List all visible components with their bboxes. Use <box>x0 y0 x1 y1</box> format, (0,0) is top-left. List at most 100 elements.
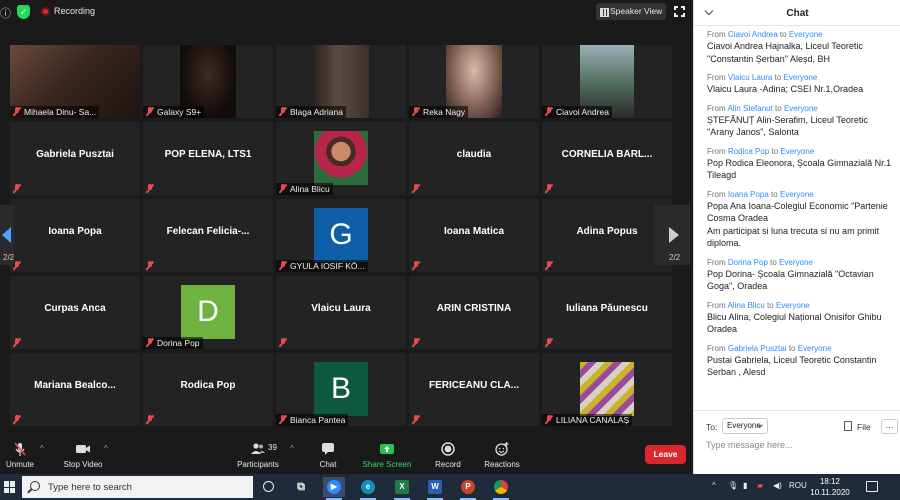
participant-tile[interactable]: Ioana Matica <box>409 199 539 272</box>
muted-microphone-icon <box>13 107 21 116</box>
chat-message-text: Pop Dorina- Școala Gimnazială "Octavian … <box>707 268 874 292</box>
chat-bubble-icon <box>320 441 336 457</box>
participant-label-text: GYULA IOSIF KÖ... <box>290 261 365 271</box>
chat-sender-name[interactable]: Gabriela Pusztai <box>728 344 787 353</box>
chat-message-input[interactable]: Type message here... <box>706 440 891 450</box>
chat-message-list[interactable]: From Ciavoi Andrea to Everyone Ciavoi And… <box>694 27 900 410</box>
task-view-icon[interactable]: ⧉ <box>290 477 312 497</box>
word-app-icon[interactable]: W <box>424 477 446 500</box>
chat-message: From Gabriela Pusztai to Everyone Pustai … <box>707 343 893 379</box>
unmute-button[interactable]: Unmute <box>4 438 36 474</box>
page-indicator-left: 2/2 <box>3 253 15 262</box>
chat-message: From Alin Stefanut to Everyone ȘTEFĂNUȚ A… <box>707 103 893 139</box>
tray-usb-icon[interactable]: ▮ <box>743 481 747 490</box>
stop-video-label: Stop Video <box>63 460 103 469</box>
share-screen-button[interactable]: Share Screen <box>362 438 412 474</box>
record-button[interactable]: Record <box>432 438 464 474</box>
tray-language[interactable]: ROU <box>789 481 807 490</box>
chat-title: Chat <box>786 8 809 19</box>
stop-video-button[interactable]: Stop Video <box>60 438 106 474</box>
participant-tile[interactable]: Gabriela Pusztai <box>10 122 140 195</box>
tray-volume-icon[interactable]: ◀) <box>773 481 782 490</box>
participant-label-text: Ciavoi Andrea <box>556 107 609 117</box>
chat-sender-name[interactable]: Ciavoi Andrea <box>728 30 778 39</box>
leave-button[interactable]: Leave <box>645 445 686 464</box>
cortana-icon[interactable] <box>258 477 280 497</box>
chat-sender-name[interactable]: Rodica Pop <box>728 147 769 156</box>
reactions-button[interactable]: Reactions <box>482 438 522 474</box>
record-label: Record <box>435 460 461 469</box>
participant-tile[interactable]: Reka Nagy <box>409 45 539 118</box>
participant-tile[interactable]: Ioana Popa <box>10 199 140 272</box>
recipient-select[interactable]: Everyone <box>722 418 768 434</box>
zoom-app-icon[interactable]: ▶ <box>323 477 345 500</box>
muted-microphone-icon <box>279 107 287 116</box>
participant-tile[interactable]: claudia <box>409 122 539 195</box>
chat-button[interactable]: Chat <box>314 438 342 474</box>
excel-app-icon[interactable]: X <box>391 477 413 500</box>
participant-name: Iuliana Păunescu <box>566 303 648 314</box>
edge-browser-icon[interactable]: e <box>357 477 379 500</box>
chat-sender-name[interactable]: Alina Blicu <box>727 301 764 310</box>
participant-tile[interactable]: LILIANA CANALAȘ <box>542 353 672 426</box>
participant-tile[interactable]: Mihaela Dinu- Sa... <box>10 45 140 118</box>
chat-message: From Alina Blicu to Everyone Blicu Alina,… <box>707 300 893 336</box>
participant-tile[interactable]: Galaxy S9+ <box>143 45 273 118</box>
taskbar-search-box[interactable]: Type here to search <box>22 476 253 498</box>
windows-taskbar: Type here to search ⧉ ▶ e X W P ^ 🎙 ▮ ▰ … <box>0 474 900 500</box>
chat-sender-name[interactable]: Vlaicu Laura <box>728 73 772 82</box>
chrome-browser-icon[interactable] <box>490 477 512 500</box>
fullscreen-icon[interactable] <box>673 5 686 18</box>
participant-tile[interactable]: B Bianca Pantea <box>276 353 406 426</box>
participant-name: POP ELENA, LTS1 <box>164 149 252 160</box>
participant-tile[interactable]: FERICEANU CLA... <box>409 353 539 426</box>
tray-antivirus-icon[interactable]: ▰ <box>757 481 763 490</box>
participant-tile[interactable]: ARIN CRISTINA <box>409 276 539 349</box>
participant-tile[interactable]: Vlaicu Laura <box>276 276 406 349</box>
participant-tile[interactable]: Alina Blicu <box>276 122 406 195</box>
windows-start-icon[interactable] <box>4 481 16 493</box>
meeting-toolbar: Unmute ^ Stop Video ^ Participants 39 ^ … <box>0 438 693 474</box>
muted-microphone-icon <box>146 338 154 347</box>
chat-message: From Ioana Popa to Everyone Popa Ana Ioan… <box>707 189 893 250</box>
chat-message-header: From Alina Blicu to Everyone <box>707 300 810 310</box>
info-icon[interactable]: ⓘ <box>0 5 12 20</box>
video-camera-icon <box>75 441 91 457</box>
participant-name: ARIN CRISTINA <box>436 303 512 314</box>
more-options-button[interactable]: ... <box>881 419 898 434</box>
participant-tile[interactable]: D Dorina Pop <box>143 276 273 349</box>
participants-caret-icon[interactable]: ^ <box>290 444 294 453</box>
participant-tile[interactable]: G GYULA IOSIF KÖ... <box>276 199 406 272</box>
chat-sender-name[interactable]: Dorina Pop <box>728 258 768 267</box>
tray-microphone-icon[interactable]: 🎙 <box>728 481 738 490</box>
video-options-caret-icon[interactable]: ^ <box>104 444 108 453</box>
participant-tile[interactable]: Ciavoi Andrea <box>542 45 672 118</box>
chat-sender-name[interactable]: Alin Stefanut <box>727 104 772 113</box>
security-shield-icon[interactable]: ✓ <box>17 5 30 19</box>
muted-microphone-icon <box>412 415 420 424</box>
muted-microphone-icon <box>13 415 21 424</box>
audio-options-caret-icon[interactable]: ^ <box>40 444 44 453</box>
participant-tile[interactable]: POP ELENA, LTS1 <box>143 122 273 195</box>
participant-tile[interactable]: Curpas Anca <box>10 276 140 349</box>
participant-name: Gabriela Pusztai <box>36 149 114 160</box>
taskbar-clock[interactable]: 18:12 10.11.2020 <box>808 476 852 498</box>
participant-label-text: Dorina Pop <box>157 338 200 348</box>
participant-tile[interactable]: CORNELIA BÂRL... <box>542 122 672 195</box>
participant-tile[interactable]: Mariana Bealco... <box>10 353 140 426</box>
participant-tile[interactable]: Adina Popus <box>542 199 672 272</box>
participant-name: CORNELIA BÂRL... <box>561 149 653 160</box>
file-button-label[interactable]: File <box>857 422 871 432</box>
notifications-icon[interactable] <box>866 481 878 492</box>
muted-microphone-icon <box>13 338 21 347</box>
file-icon[interactable] <box>844 421 852 431</box>
speaker-view-button[interactable]: Speaker View <box>596 3 666 20</box>
tray-overflow-caret-icon[interactable]: ^ <box>712 481 716 490</box>
participant-tile[interactable]: Rodica Pop <box>143 353 273 426</box>
participant-tile[interactable]: Blaga Adriana <box>276 45 406 118</box>
participant-tile[interactable]: Iuliana Păunescu <box>542 276 672 349</box>
powerpoint-app-icon[interactable]: P <box>457 477 479 500</box>
participant-tile[interactable]: Felecan Felicia-... <box>143 199 273 272</box>
chat-sender-name[interactable]: Ioana Popa <box>728 190 769 199</box>
participant-name: Vlaicu Laura <box>311 303 371 314</box>
